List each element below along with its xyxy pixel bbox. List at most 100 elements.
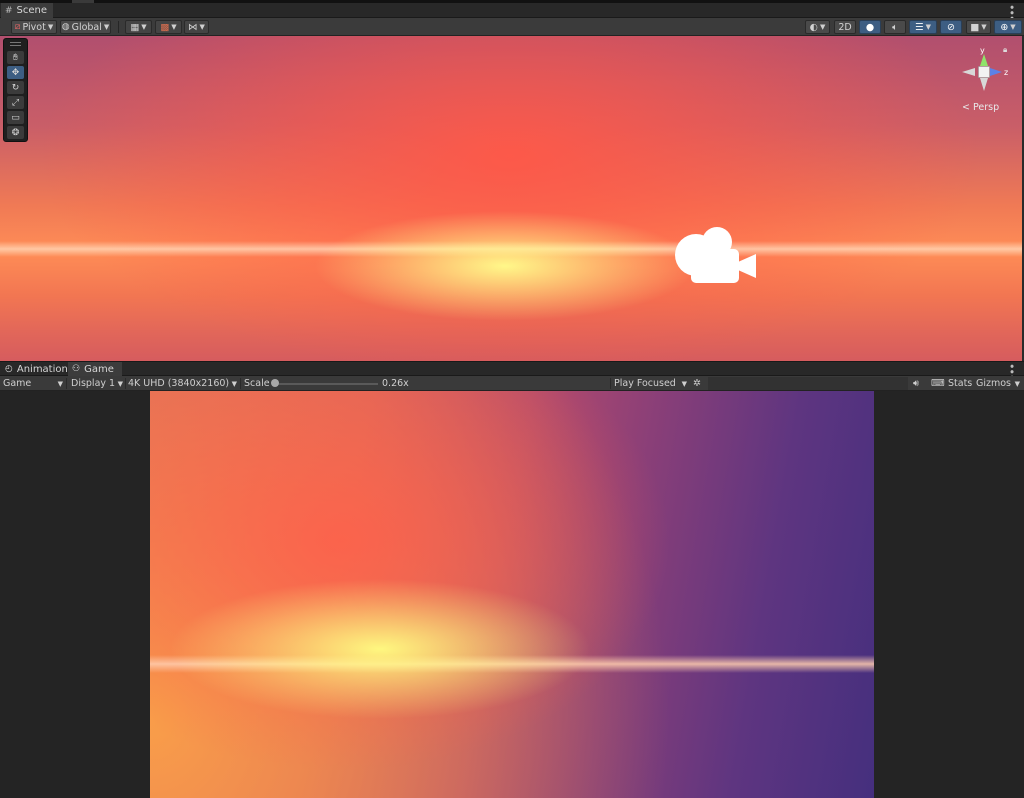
resolution-value: 4K UHD (3840x2160) [128,378,230,389]
chevron-down-icon: ▼ [141,23,147,31]
scale-value: 0.26x [382,378,409,389]
scene-tab-bar: # Scene ••• [0,3,1024,20]
lightbulb-icon: ● [865,21,875,33]
display-value: Display 1 [71,378,116,389]
audio-toggle[interactable]: 🔈︎ [884,20,906,34]
tab-animation[interactable]: ◴ Animation [1,362,74,376]
scale-slider-track[interactable] [274,383,378,385]
keyboard-icon: ⌨ [931,378,945,389]
gamepad-icon: ⚇ [72,364,81,374]
gizmo-z-axis-cone[interactable] [990,68,1002,76]
chevron-down-icon: ▼ [1014,380,1020,388]
pivot-label: Pivot [22,21,46,33]
toolbar-divider [125,378,126,389]
gizmo-neg-y-cone[interactable] [980,78,988,91]
display-dropdown[interactable]: Display 1 ▼ [71,376,125,391]
chevron-down-icon: ▼ [925,23,931,31]
speaker-icon: 🔊︎ [913,378,919,389]
rotate-icon: ↻ [11,82,20,93]
stats-button[interactable]: Stats [948,376,972,391]
gizmo-center-cube[interactable] [978,66,990,78]
shading-sphere-icon: ◐ [809,21,818,33]
gizmos-label: Gizmos [976,378,1012,389]
layers-icon: ☰ [915,21,924,33]
move-arrows-icon: ✥ [11,67,20,78]
game-viewport[interactable] [150,391,874,798]
toggle-2d-button[interactable]: 2D [834,20,856,34]
toolbar-divider [240,378,241,389]
chevron-down-icon: ▼ [57,380,63,388]
gizmo-globe-icon: ⊕ [1000,21,1009,33]
effects-dropdown[interactable]: ☰ ▼ [909,20,937,34]
gizmo-y-axis-cone[interactable] [980,54,988,66]
rotate-tool-button[interactable]: ↻ [7,81,24,94]
camera-gizmo-icon[interactable] [672,222,758,286]
resolution-dropdown[interactable]: 4K UHD (3840x2160) ▼ [128,376,239,391]
projection-toggle[interactable]: < Persp [962,102,999,113]
tab-scene-label: Scene [16,5,48,16]
chevron-down-icon: ▼ [1010,23,1016,31]
tab-scene[interactable]: # Scene [1,3,54,18]
tab-animation-label: Animation [16,363,68,375]
scene-viewport[interactable] [0,36,1022,361]
camera-icon: ■ [970,21,980,33]
gizmos-dropdown[interactable]: ⊕ ▼ [994,20,1022,34]
tab-game[interactable]: ⚇ Game [68,362,122,376]
grid-icon: # [5,5,13,16]
shortcuts-button[interactable]: ⌨ [931,376,945,391]
speaker-icon: 🔈︎ [892,21,898,33]
view-type-dropdown[interactable]: Game ▼ [3,376,65,391]
eye-slash-icon: ⊘ [947,21,955,33]
rect-tool-button[interactable]: ▭ [7,111,24,124]
toolbar-divider [66,378,67,389]
chevron-down-icon: ▼ [199,23,205,31]
chevron-down-icon: ▼ [117,380,123,388]
grid-snap-button[interactable]: ▦ ▼ [125,20,152,34]
stats-label: Stats [948,378,973,389]
rect-icon: ▭ [11,112,20,123]
lighting-toggle[interactable]: ● [859,20,881,34]
hidden-objects-toggle[interactable]: ⊘ [940,20,962,34]
align-button[interactable]: ⋈ ▼ [184,20,209,34]
scale-slider-thumb[interactable] [271,379,279,387]
scene-toolbar: ⧄ Pivot ▼ ◍ Global ▼ ▦ ▼ ▩ ▼ ⋈ ▼ ◐ ▼ 2D ● 🔈︎… [0,18,1024,36]
mute-audio-button[interactable]: 🔊︎ [913,376,919,391]
tab-game-label: Game [84,363,114,375]
chevron-down-icon: ▼ [819,23,826,31]
global-label: Global [71,21,102,33]
gizmos-dropdown-game[interactable]: Gizmos ▼ [976,376,1022,391]
bug-icon: ✲ [693,378,701,389]
gizmo-z-label: z [1004,68,1008,77]
increment-snap-button[interactable]: ▩ ▼ [155,20,182,34]
hand-icon: ✋︎ [12,52,19,63]
align-icon: ⋈ [188,21,198,33]
move-tool-button[interactable]: ✥ [7,66,24,79]
scale-tool-button[interactable]: ⤢ [7,96,24,109]
globe-icon: ◍ [61,22,70,32]
game-toolbar: Game ▼ Display 1 ▼ 4K UHD (3840x2160) ▼ … [0,376,1024,391]
chevron-down-icon: ▼ [231,380,237,388]
pivot-dropdown[interactable]: ⧄ Pivot ▼ [11,20,57,34]
pivot-icon: ⧄ [14,22,21,32]
chevron-down-icon: ▼ [103,23,110,31]
scale-icon: ⤢ [11,97,20,108]
chevron-down-icon: ▼ [981,23,987,31]
toolbar-divider [610,378,611,389]
toolbar-separator [118,21,119,33]
play-mode-value: Play Focused [614,378,676,389]
play-mode-dropdown[interactable]: Play Focused ▼ [614,376,689,391]
toggle-2d-label: 2D [838,21,852,33]
draw-mode-dropdown[interactable]: ◐ ▼ [805,20,830,34]
overlay-drag-handle[interactable] [10,42,21,46]
scale-label: Scale [244,378,270,389]
gizmo-neg-x-cone[interactable] [962,68,975,76]
transform-icon: ❂ [11,127,20,138]
debug-button[interactable]: ✲ [693,376,701,391]
hand-tool-button[interactable]: ✋︎ [7,51,24,64]
scene-tools-overlay: ✋︎ ✥ ↻ ⤢ ▭ ❂ [3,38,28,142]
camera-dropdown[interactable]: ■ ▼ [966,20,991,34]
chevron-down-icon: ▼ [681,380,687,388]
transform-tool-button[interactable]: ❂ [7,126,24,139]
lock-icon[interactable]: 🔒︎ [1003,45,1007,55]
global-dropdown[interactable]: ◍ Global ▼ [60,20,111,34]
